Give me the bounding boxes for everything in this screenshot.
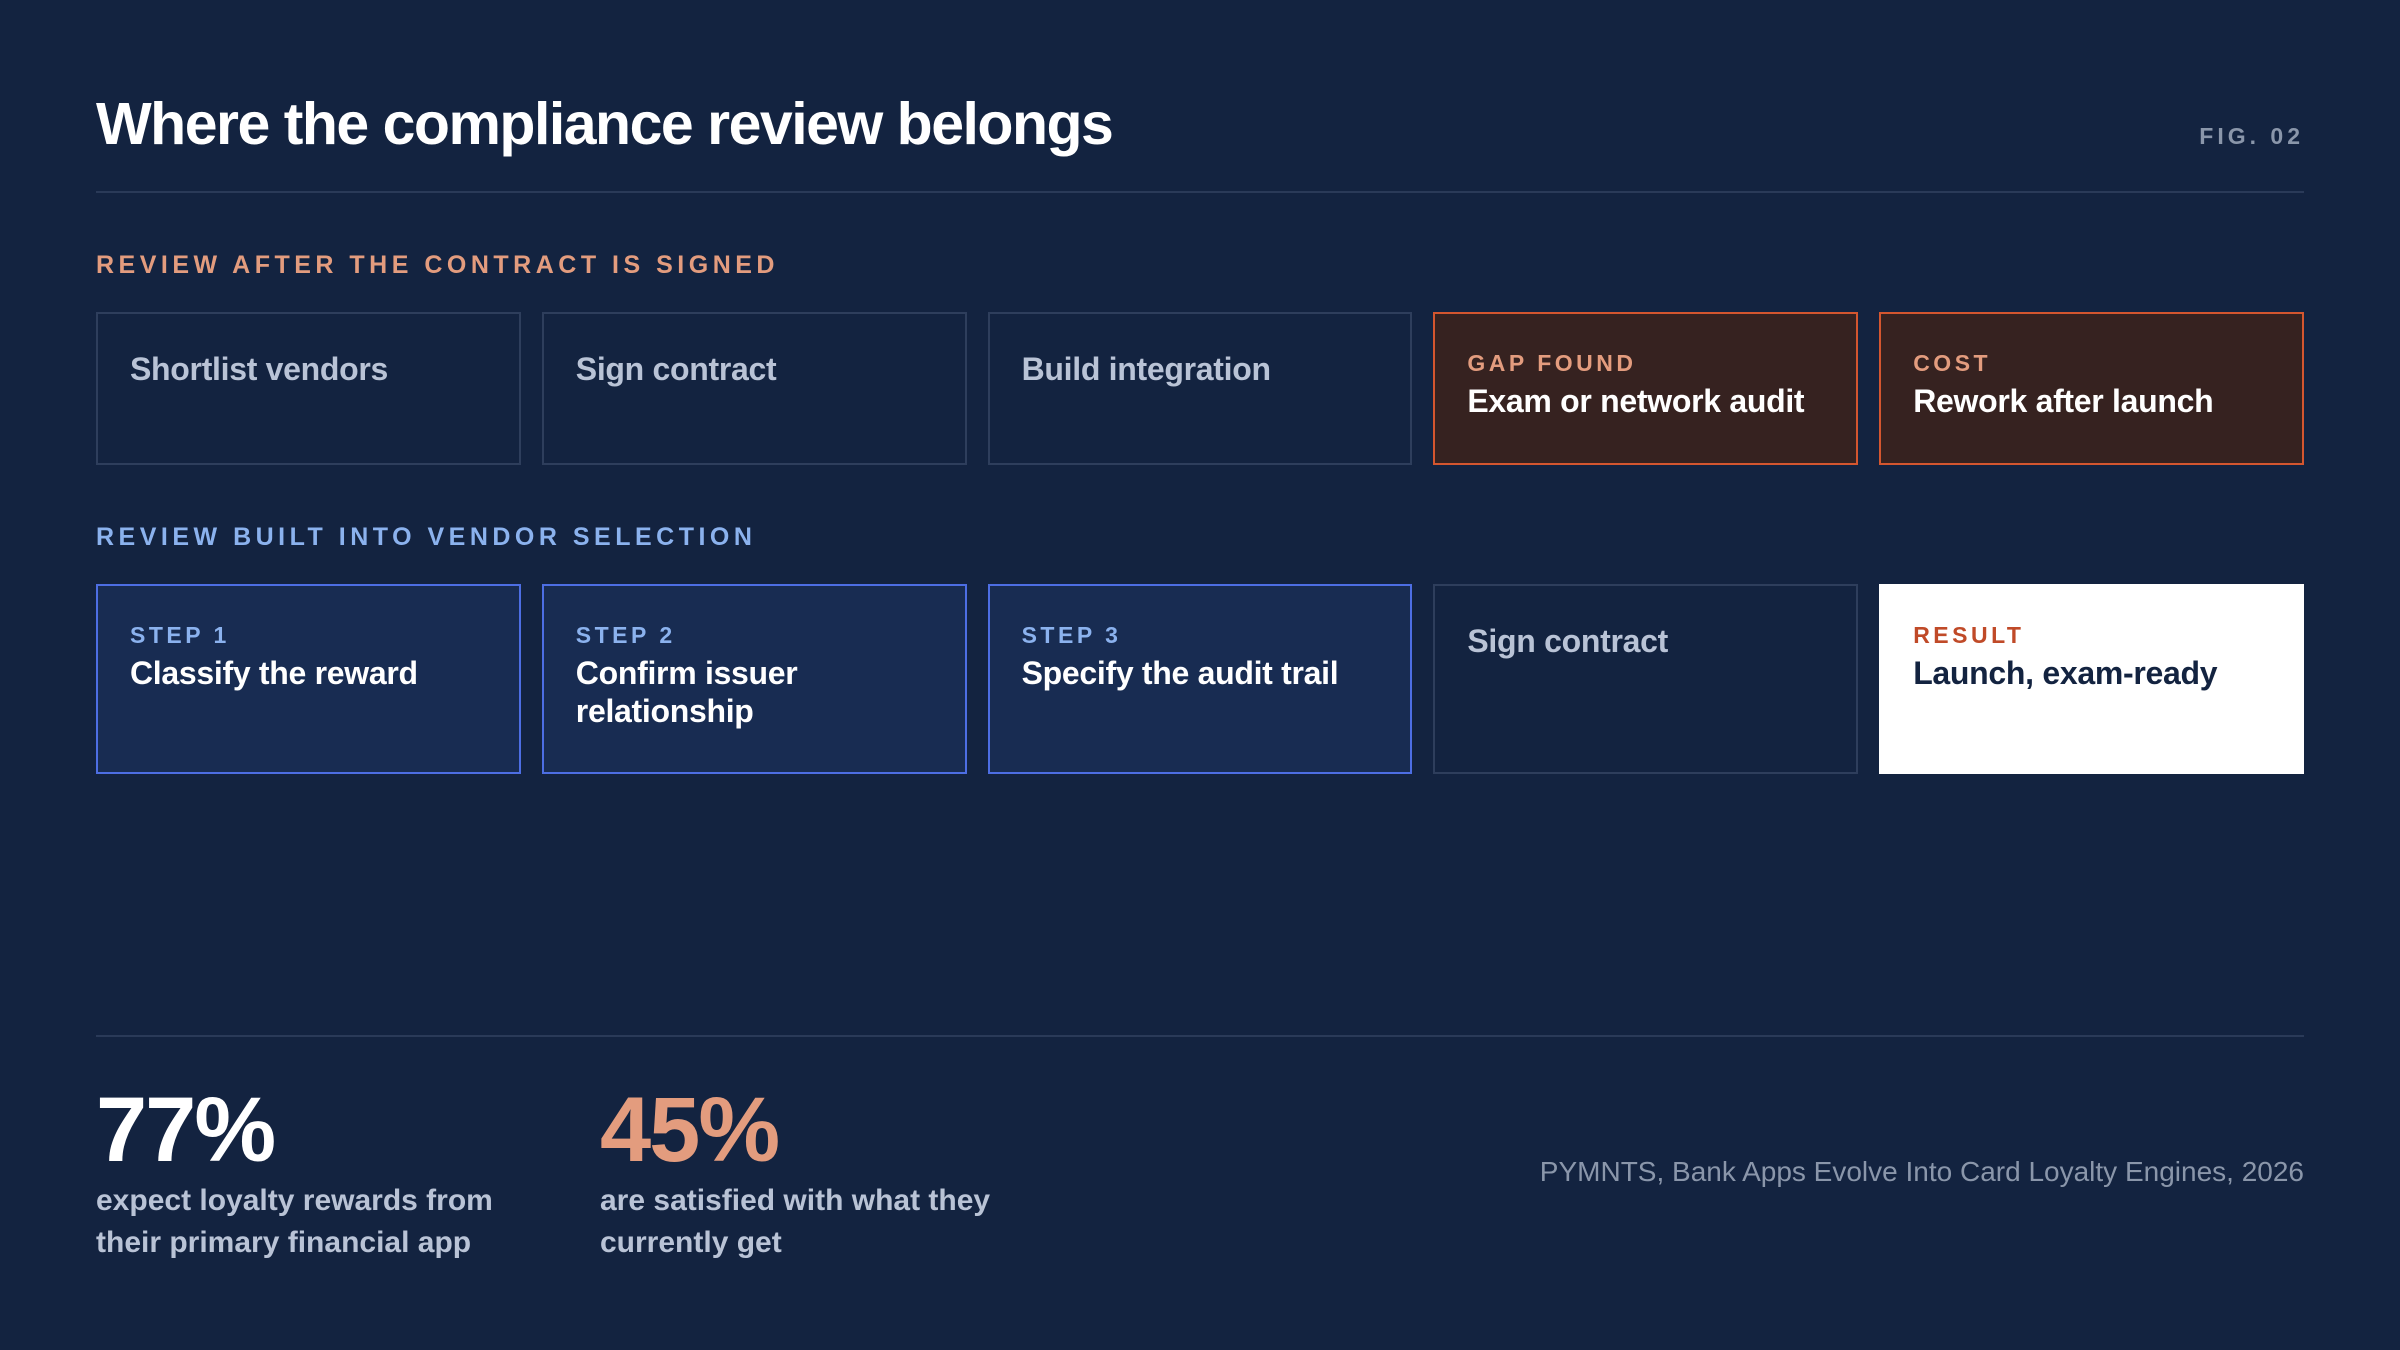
step-box-shortlist-vendors: Shortlist vendors <box>96 312 521 465</box>
step-box-text: Build integration <box>1021 351 1271 387</box>
step-box-confirm-issuer: STEP 2 Confirm issuer relationship <box>541 584 967 774</box>
process-row-built-in: STEP 1 Classify the reward STEP 2 Confir… <box>96 584 2304 774</box>
step-box-text: Classify the reward <box>130 655 418 691</box>
step-box-text: Specify the audit trail <box>1021 655 1339 691</box>
step-box-text: Confirm issuer relationship <box>575 655 798 729</box>
step-number-tag: STEP 1 <box>130 622 230 648</box>
step-box-build-integration: Build integration <box>987 312 1413 465</box>
process-row-after-contract: Shortlist vendors Sign contract Build in… <box>96 312 2304 465</box>
step-box-gap-found: GAP FOUND Exam or network audit <box>1433 312 1859 465</box>
step-box-text: Sign contract <box>575 351 777 387</box>
step-box-sign-contract-built: Sign contract <box>1433 584 1859 774</box>
stat-caption: expect loyalty rewards from their primar… <box>96 1184 493 1259</box>
page-title: Where the compliance review belongs <box>96 91 1114 157</box>
step-box-classify-reward: STEP 1 Classify the reward <box>96 584 521 774</box>
stat-caption: are satisfied with what they currently g… <box>600 1184 991 1259</box>
step-number-tag: STEP 3 <box>1021 622 1122 648</box>
bottom-divider <box>96 1035 2304 1037</box>
section-label-after-contract: REVIEW AFTER THE CONTRACT IS SIGNED <box>96 251 779 279</box>
step-box-text: Exam or network audit <box>1467 383 1805 419</box>
step-number-tag: STEP 2 <box>575 622 676 648</box>
stat-value: 45% <box>600 1079 780 1181</box>
step-box-text: Shortlist vendors <box>130 351 389 387</box>
step-box-sign-contract: Sign contract <box>541 312 967 465</box>
stat-value: 77% <box>96 1079 276 1181</box>
step-box-text: Rework after launch <box>1913 383 2214 419</box>
step-box-cost: COST Rework after launch <box>1879 312 2304 465</box>
step-box-result: RESULT Launch, exam-ready <box>1879 584 2304 774</box>
section-label-built-in: REVIEW BUILT INTO VENDOR SELECTION <box>96 523 757 551</box>
stat-satisfaction: 45% are satisfied with what they current… <box>600 1080 1040 1264</box>
cost-tag: COST <box>1913 350 1992 376</box>
source-citation: PYMNTS, Bank Apps Evolve Into Card Loyal… <box>1539 1156 2304 1187</box>
gap-found-tag: GAP FOUND <box>1467 350 1637 376</box>
result-tag: RESULT <box>1913 622 2025 648</box>
top-divider <box>96 191 2304 193</box>
step-box-text: Launch, exam-ready <box>1913 655 2218 691</box>
figure-label: FIG. 02 <box>2199 123 2304 149</box>
stat-loyalty-expectation: 77% expect loyalty rewards from their pr… <box>96 1080 536 1264</box>
step-box-audit-trail: STEP 3 Specify the audit trail <box>987 584 1413 774</box>
step-box-text: Sign contract <box>1467 623 1668 659</box>
